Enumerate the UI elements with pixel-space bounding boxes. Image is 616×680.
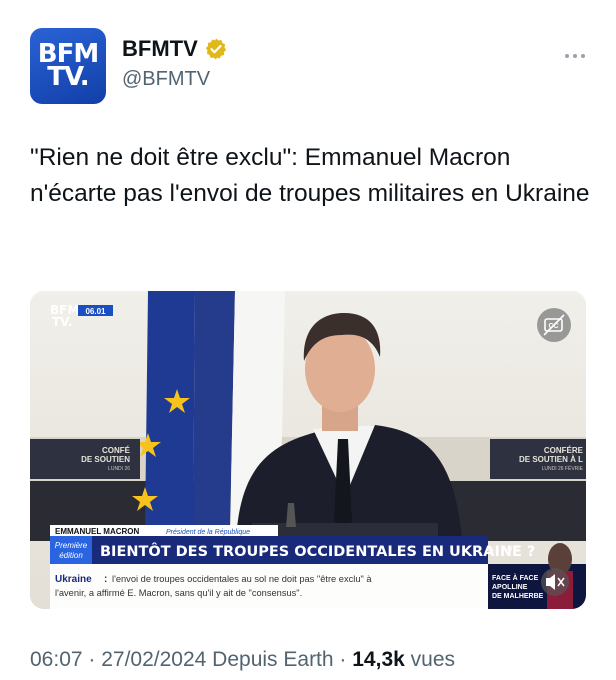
more-horizontal-icon[interactable] <box>564 40 586 66</box>
ticker-line2: l'avenir, a affirmé E. Macron, sans qu'i… <box>55 588 302 598</box>
ticker-line1: l'envoi de troupes occidentales au sol n… <box>112 574 372 584</box>
tweet-source: Depuis Earth <box>206 648 334 671</box>
show-label: LE MATIN <box>492 547 519 553</box>
tweet-footer: 06:07 · 27/02/2024 Depuis Earth · 14,3k … <box>30 648 455 672</box>
backdrop-right-line1: CONFÉRE <box>544 446 584 455</box>
tweet-date[interactable]: 27/02/2024 <box>101 648 206 671</box>
promo-line2: APOLLINE <box>492 584 528 591</box>
author-name-row: BFMTV <box>122 36 228 62</box>
edition-line2: édition <box>59 551 83 560</box>
speaker-name: EMMANUEL MACRON <box>55 527 140 536</box>
avatar[interactable]: BFM TV. <box>30 28 106 104</box>
video-channel-logo-line2: TV. <box>52 315 72 329</box>
more-dots-icon <box>565 54 585 58</box>
subtitles-icon[interactable]: CC <box>537 308 571 342</box>
video-player[interactable]: CONFÉ DE SOUTIEN LUNDI 26 CONFÉRE DE SOU… <box>30 291 586 609</box>
svg-text::: : <box>104 574 107 585</box>
view-count-label: vues <box>404 648 456 671</box>
backdrop-left-line3: LUNDI 26 <box>108 466 130 472</box>
backdrop-left-line1: CONFÉ <box>102 446 131 455</box>
avatar-logo-line2: TV. <box>47 62 89 92</box>
promo-line3: DE MALHERBE <box>492 593 544 600</box>
tweet-time[interactable]: 06:07 <box>30 648 83 671</box>
backdrop-right-line2: DE SOUTIEN À L <box>519 455 583 464</box>
edition-line1: Première <box>55 541 88 550</box>
backdrop-right-line3: LUNDI 26 FÉVRIE <box>542 465 584 472</box>
promo-line1: FACE À FACE <box>492 573 539 582</box>
verified-badge-icon <box>205 38 226 60</box>
video-frame: CONFÉ DE SOUTIEN LUNDI 26 CONFÉRE DE SOU… <box>30 291 586 609</box>
user-handle[interactable]: @BFMTV <box>122 68 210 91</box>
video-headline: BIENTÔT DES TROUPES OCCIDENTALES EN UKRA… <box>100 542 535 560</box>
mute-icon[interactable] <box>541 568 569 596</box>
tweet-text: "Rien ne doit être exclu": Emmanuel Macr… <box>30 144 590 207</box>
speaker-title: Président de la République <box>166 529 250 536</box>
footer-separator: · <box>82 648 102 671</box>
footer-separator: · <box>333 648 353 671</box>
ticker-label: Ukraine <box>55 574 92 585</box>
view-count[interactable]: 14,3k <box>352 648 405 671</box>
backdrop-left-line2: DE SOUTIEN <box>81 455 130 464</box>
video-time: 06.01 <box>85 307 106 316</box>
display-name[interactable]: BFMTV <box>122 36 198 62</box>
